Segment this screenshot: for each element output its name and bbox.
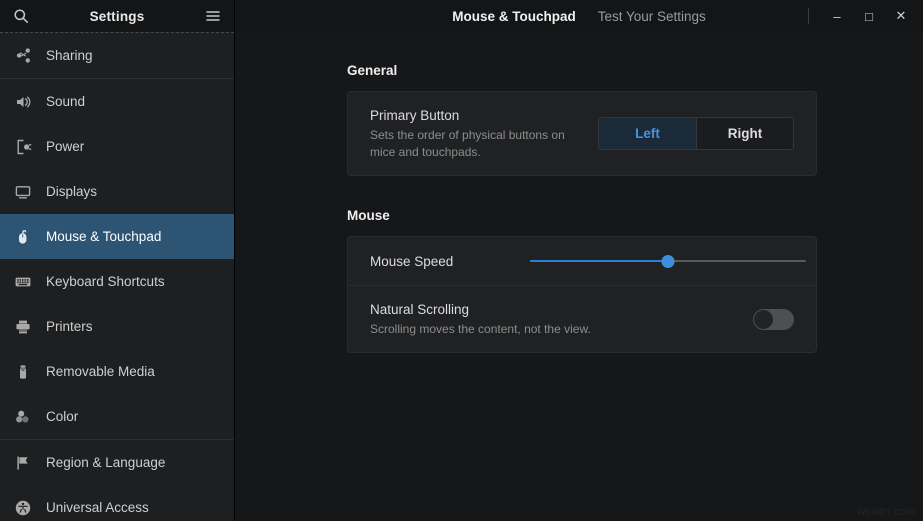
power-plug-icon: [12, 136, 34, 158]
toggle-knob: [754, 310, 773, 329]
slider-fill: [530, 260, 668, 262]
sidebar-title: Settings: [30, 9, 204, 24]
mouse-card: Mouse Speed Natura: [347, 236, 817, 353]
sidebar-item-label: Sharing: [46, 48, 93, 63]
mouse-speed-slider[interactable]: [522, 253, 806, 269]
primary-button-option-left[interactable]: Left: [599, 118, 696, 149]
close-icon[interactable]: ✕: [885, 1, 917, 31]
mouse-section-heading: Mouse: [347, 208, 817, 223]
sidebar-item-label: Power: [46, 139, 84, 154]
sidebar-item-label: Color: [46, 409, 78, 424]
sidebar-item-label: Displays: [46, 184, 97, 199]
sidebar-item-universal-access[interactable]: Universal Access: [0, 485, 234, 521]
sidebar-nav-list: Sharing Sound: [0, 32, 234, 521]
watermark: wsxdn.com: [857, 506, 915, 518]
usb-drive-icon: [12, 361, 34, 383]
window-controls: – □ ✕: [808, 1, 917, 31]
sidebar-item-removable-media[interactable]: Removable Media: [0, 349, 234, 394]
monitor-icon: [12, 181, 34, 203]
sidebar-item-displays[interactable]: Displays: [0, 169, 234, 214]
sidebar-item-label: Keyboard Shortcuts: [46, 274, 165, 289]
sidebar-item-mouse-and-touchpad[interactable]: Mouse & Touchpad: [0, 214, 234, 259]
titlebar: Mouse & Touchpad Test Your Settings – □ …: [235, 0, 923, 32]
test-your-settings-button[interactable]: Test Your Settings: [598, 9, 706, 24]
accessibility-icon: [12, 497, 34, 519]
sidebar-item-label: Region & Language: [46, 455, 165, 470]
titlebar-divider: [808, 8, 809, 24]
sidebar-item-label: Sound: [46, 94, 85, 109]
sidebar-item-region-and-language[interactable]: Region & Language: [0, 440, 234, 485]
primary-button-option-right[interactable]: Right: [696, 118, 793, 149]
share-icon: [12, 45, 34, 67]
page-title: Mouse & Touchpad: [452, 9, 576, 24]
natural-scrolling-toggle[interactable]: [753, 309, 794, 330]
natural-scrolling-description: Scrolling moves the content, not the vie…: [370, 321, 670, 338]
primary-button-title: Primary Button: [370, 106, 584, 125]
search-icon[interactable]: [12, 7, 30, 25]
natural-scrolling-label: Natural Scrolling: [370, 300, 739, 319]
primary-button-row: Primary Button Sets the order of physica…: [348, 92, 816, 175]
sidebar: Settings: [0, 0, 235, 521]
keyboard-icon: [12, 271, 34, 293]
sidebar-item-printers[interactable]: Printers: [0, 304, 234, 349]
sidebar-header: Settings: [0, 0, 234, 32]
primary-button-description: Sets the order of physical buttons on mi…: [370, 127, 584, 161]
flag-icon: [12, 452, 34, 474]
sidebar-dashed-divider: [0, 32, 234, 33]
general-section-heading: General: [347, 63, 817, 78]
sidebar-item-label: Removable Media: [46, 364, 155, 379]
main-panel: Mouse & Touchpad Test Your Settings – □ …: [235, 0, 923, 521]
slider-handle[interactable]: [662, 255, 675, 268]
sidebar-item-power[interactable]: Power: [0, 124, 234, 169]
sidebar-item-color[interactable]: Color: [0, 394, 234, 439]
natural-scrolling-row: Natural Scrolling Scrolling moves the co…: [348, 286, 816, 352]
primary-button-segmented-control[interactable]: Left Right: [598, 117, 794, 150]
hamburger-menu-icon[interactable]: [204, 7, 222, 25]
maximize-icon[interactable]: □: [853, 1, 885, 31]
printer-icon: [12, 316, 34, 338]
sidebar-item-sharing[interactable]: Sharing: [0, 33, 234, 78]
minimize-icon[interactable]: –: [821, 1, 853, 31]
sidebar-item-label: Universal Access: [46, 500, 149, 515]
general-card: Primary Button Sets the order of physica…: [347, 91, 817, 176]
mouse-icon: [12, 226, 34, 248]
settings-window: Settings: [0, 0, 923, 521]
settings-content: General Primary Button Sets the order of…: [235, 32, 923, 521]
sidebar-item-sound[interactable]: Sound: [0, 79, 234, 124]
sidebar-item-label: Printers: [46, 319, 93, 334]
color-circles-icon: [12, 406, 34, 428]
mouse-speed-label: Mouse Speed: [370, 252, 508, 271]
mouse-speed-row: Mouse Speed: [348, 237, 816, 285]
volume-icon: [12, 91, 34, 113]
sidebar-item-keyboard-shortcuts[interactable]: Keyboard Shortcuts: [0, 259, 234, 304]
sidebar-item-label: Mouse & Touchpad: [46, 229, 161, 244]
